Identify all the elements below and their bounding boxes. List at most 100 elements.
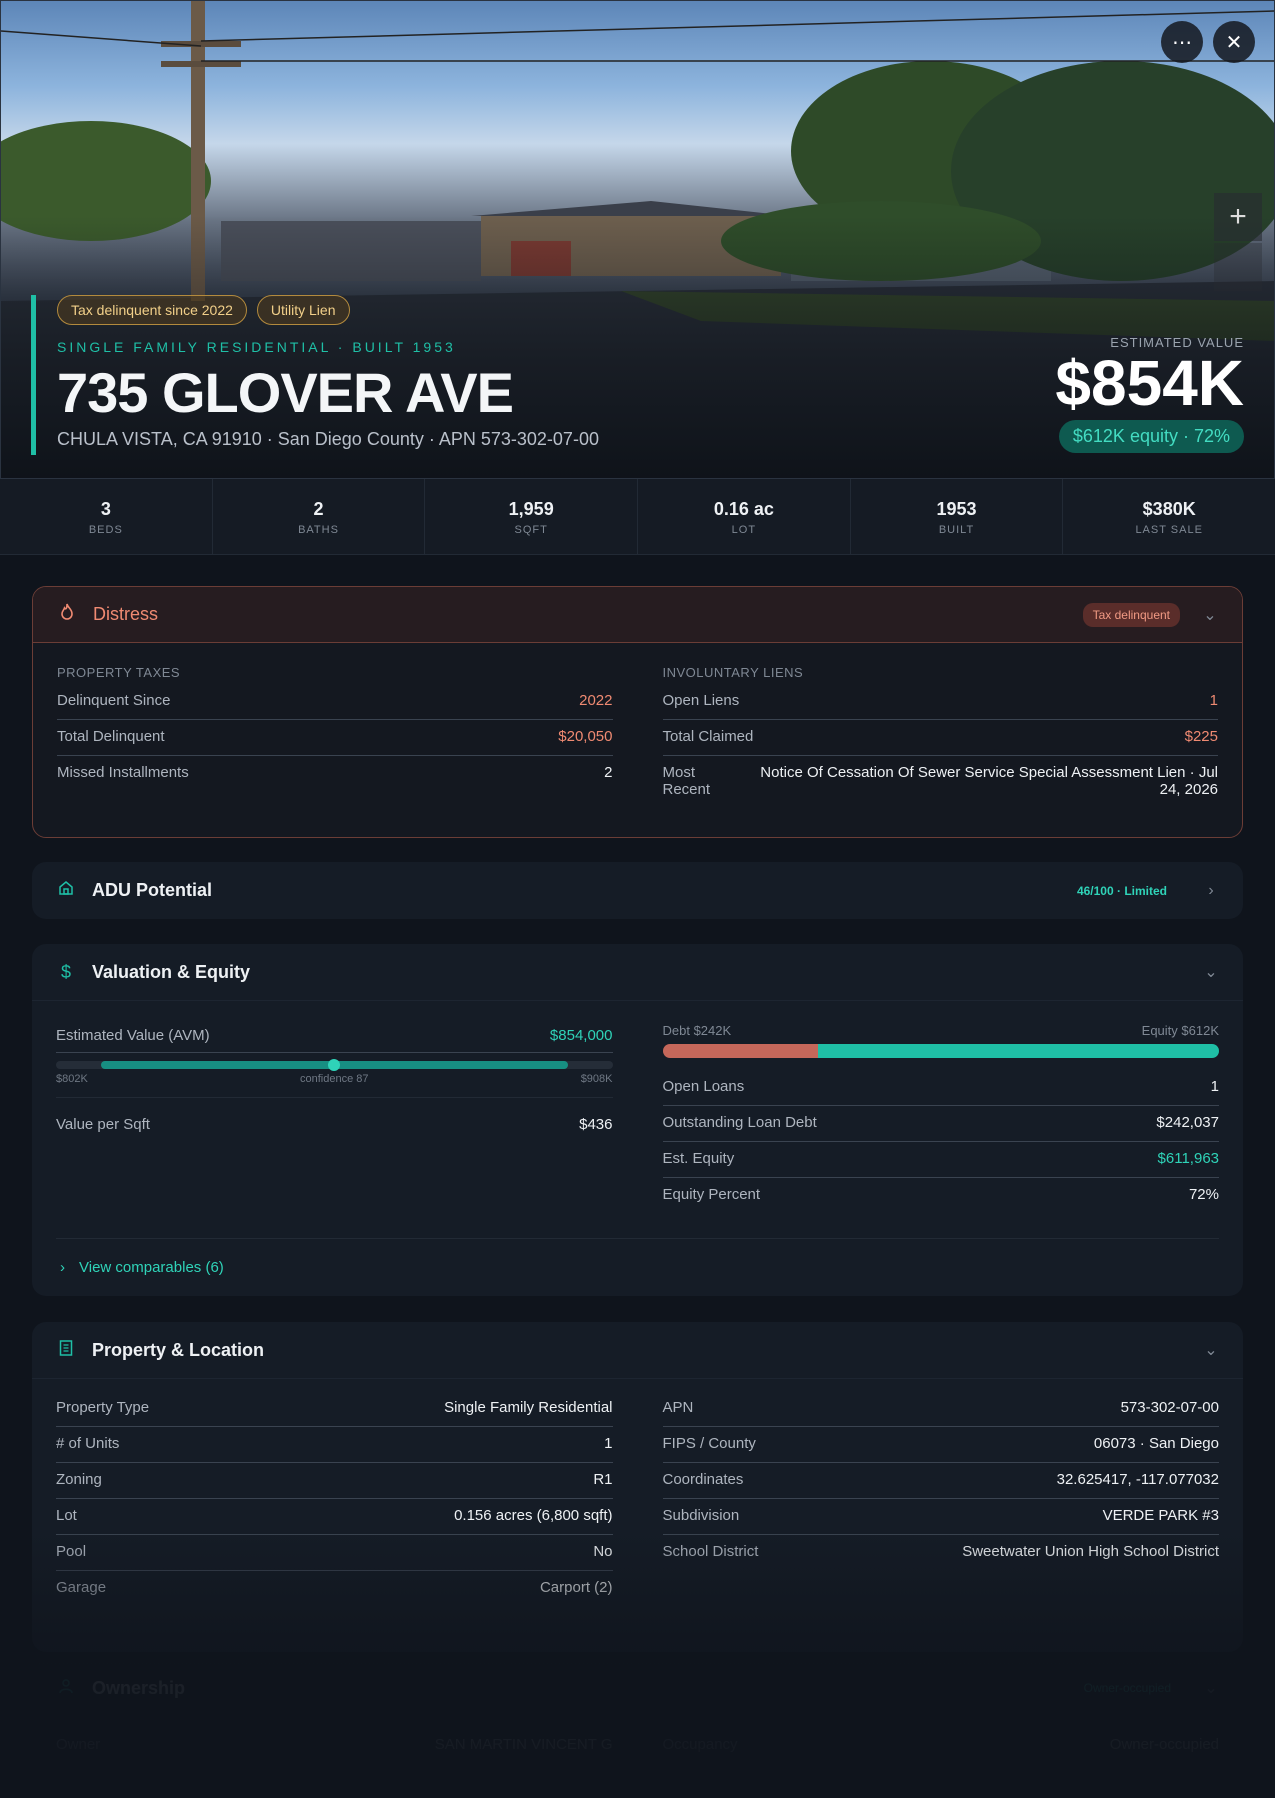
building-icon [56,1339,76,1361]
row-value: $242,037 [1156,1114,1219,1131]
property-taxes-section: PROPERTY TAXES Delinquent Since 2022 Tota… [57,643,613,808]
table-row: Garage Carport (2) [56,1571,613,1606]
valuation-equity-card: $ Valuation & Equity ⌄ Estimated Value (… [32,944,1243,1296]
row-key: Delinquent Since [57,692,171,709]
table-row: FIPS / County 06073 · San Diego [662,1427,1219,1463]
row-value: 1 [1209,692,1218,709]
row-value: VERDE PARK #3 [1102,1507,1219,1524]
table-row: # of Units 1 [56,1427,613,1463]
stat-value: 3 [100,499,111,519]
distress-title: Distress [93,604,159,624]
chevron-down-icon[interactable]: ⌄ [1202,605,1218,625]
avm-range-labels: $802K confidence 87 $908K [56,1073,613,1098]
tag-utility-lien[interactable]: Utility Lien [256,295,350,325]
table-row: Total Claimed $225 [662,720,1218,756]
stat-label: BEDS [88,524,123,536]
row-key: # of Units [56,1435,120,1452]
view-comparables-link[interactable]: › View comparables (6) [56,1238,1219,1296]
street-address: 735 GLOVER AVE [57,361,514,424]
valuation-header[interactable]: $ Valuation & Equity ⌄ [32,944,1243,1000]
row-value: 1 [604,1435,613,1452]
table-row: Coordinates 32.625417, -117.077032 [662,1463,1219,1499]
row-key: Occupancy [662,1736,738,1753]
row-value: 1 [1210,1078,1219,1095]
row-key: Estimated Value (AVM) [56,1027,210,1044]
estimated-value: $854K [1055,347,1244,419]
zoom-out-button[interactable] [1214,243,1262,291]
ownership-header[interactable]: Ownership Owner-occupied ⌄ [32,1660,1243,1716]
row-value: R1 [593,1471,613,1488]
avm-section: Estimated Value (AVM) $854,000 $802K conf… [56,1001,613,1213]
stat-label: BUILT [938,524,975,536]
row-value: $854,000 [549,1027,613,1044]
adu-score-badge: 46/100 · Limited [1076,883,1167,898]
stat-value: 0.16 ac [713,499,774,519]
row-value: 0.156 acres (6,800 sqft) [454,1507,613,1524]
table-row: Equity Percent 72% [663,1178,1220,1213]
row-key: Value per Sqft [56,1116,150,1133]
stat-last-sale: $380K LAST SALE [1063,479,1275,554]
avm-confidence: confidence 87 [300,1073,369,1085]
row-value: Owner-occupied [1109,1736,1219,1753]
more-options-button[interactable]: ⋯ [1161,21,1203,63]
distress-header[interactable]: Distress Tax delinquent ⌄ [33,587,1242,643]
table-row: Occupancy Owner-occupied [663,1728,1220,1763]
table-row: Missed Installments 2 [57,756,613,791]
equity-label: Equity $612K [1141,1023,1219,1038]
row-key: Total Claimed [662,728,754,745]
row-value: 573-302-07-00 [1120,1399,1219,1416]
table-row: Zoning R1 [56,1463,613,1499]
property-title: Property & Location [92,1339,265,1360]
stat-lot: 0.16 ac LOT [638,479,851,554]
row-value: $436 [579,1116,613,1133]
row-key: Most Recent [662,764,711,798]
row-value: 2022 [579,692,613,709]
property-details-right: APN 573-302-07-00 FIPS / County 06073 · Sa… [662,1391,1220,1606]
row-key: Owner [56,1736,101,1753]
avm-row: Estimated Value (AVM) $854,000 [56,1019,613,1053]
table-row: Open Liens 1 [662,684,1218,720]
table-row: Open Loans 1 [662,1070,1219,1106]
avm-high: $908K [580,1073,613,1085]
row-value: Sweetwater Union High School District [962,1543,1219,1560]
table-row: Subdivision VERDE PARK #3 [662,1499,1219,1535]
table-row: Total Delinquent $20,050 [57,720,613,756]
row-value: SAN MARTIN VINCENT G [434,1736,613,1753]
ownership-badge: Owner-occupied [1083,1681,1171,1695]
table-row: Delinquent Since 2022 [57,684,613,720]
plus-icon: + [1229,200,1247,233]
adu-header[interactable]: ADU Potential 46/100 · Limited › [32,862,1243,919]
ownership-title: Ownership [92,1677,186,1698]
stats-bar: 3 BEDS 2 BATHS 1,959 SQFT 0.16 ac LOT 1953 BU… [0,479,1275,555]
debt-equity-labels: Debt $242K Equity $612K [663,1023,1220,1038]
chevron-right-icon[interactable]: › [1203,882,1219,900]
close-icon: ✕ [1225,31,1243,54]
row-value: Carport (2) [539,1579,613,1596]
table-row: APN 573-302-07-00 [662,1391,1219,1427]
table-row: Outstanding Loan Debt $242,037 [662,1106,1219,1142]
table-row: Est. Equity $611,963 [662,1142,1219,1178]
chevron-down-icon[interactable]: ⌄ [1203,1340,1219,1360]
table-row: School District Sweetwater Union High Sch… [663,1535,1220,1570]
zoom-in-button[interactable]: + [1214,193,1262,241]
stat-value: 1,959 [508,499,554,519]
chevron-down-icon[interactable]: ⌄ [1203,1678,1219,1698]
row-key: School District [662,1543,759,1560]
stat-beds: 3 BEDS [0,479,213,554]
stat-value: 2 [313,499,324,519]
property-header[interactable]: Property & Location ⌄ [32,1322,1243,1378]
row-value: 06073 · San Diego [1093,1435,1219,1452]
avm-low: $802K [56,1073,88,1085]
chevron-down-icon[interactable]: ⌄ [1203,962,1219,982]
row-value: $20,050 [558,728,613,745]
row-key: Subdivision [662,1507,740,1524]
adu-potential-card[interactable]: ADU Potential 46/100 · Limited › [32,862,1243,919]
property-kicker: SINGLE FAMILY RESIDENTIAL · BUILT 1953 [57,339,456,355]
tag-tax-delinquent[interactable]: Tax delinquent since 2022 [57,295,247,325]
equity-segment [818,1044,1219,1058]
close-button[interactable]: ✕ [1213,21,1255,63]
tag-list: Tax delinquent since 2022 Utility Lien [57,295,599,325]
row-value: 2 [604,764,613,781]
stat-baths: 2 BATHS [213,479,426,554]
dollar-icon: $ [60,961,71,982]
